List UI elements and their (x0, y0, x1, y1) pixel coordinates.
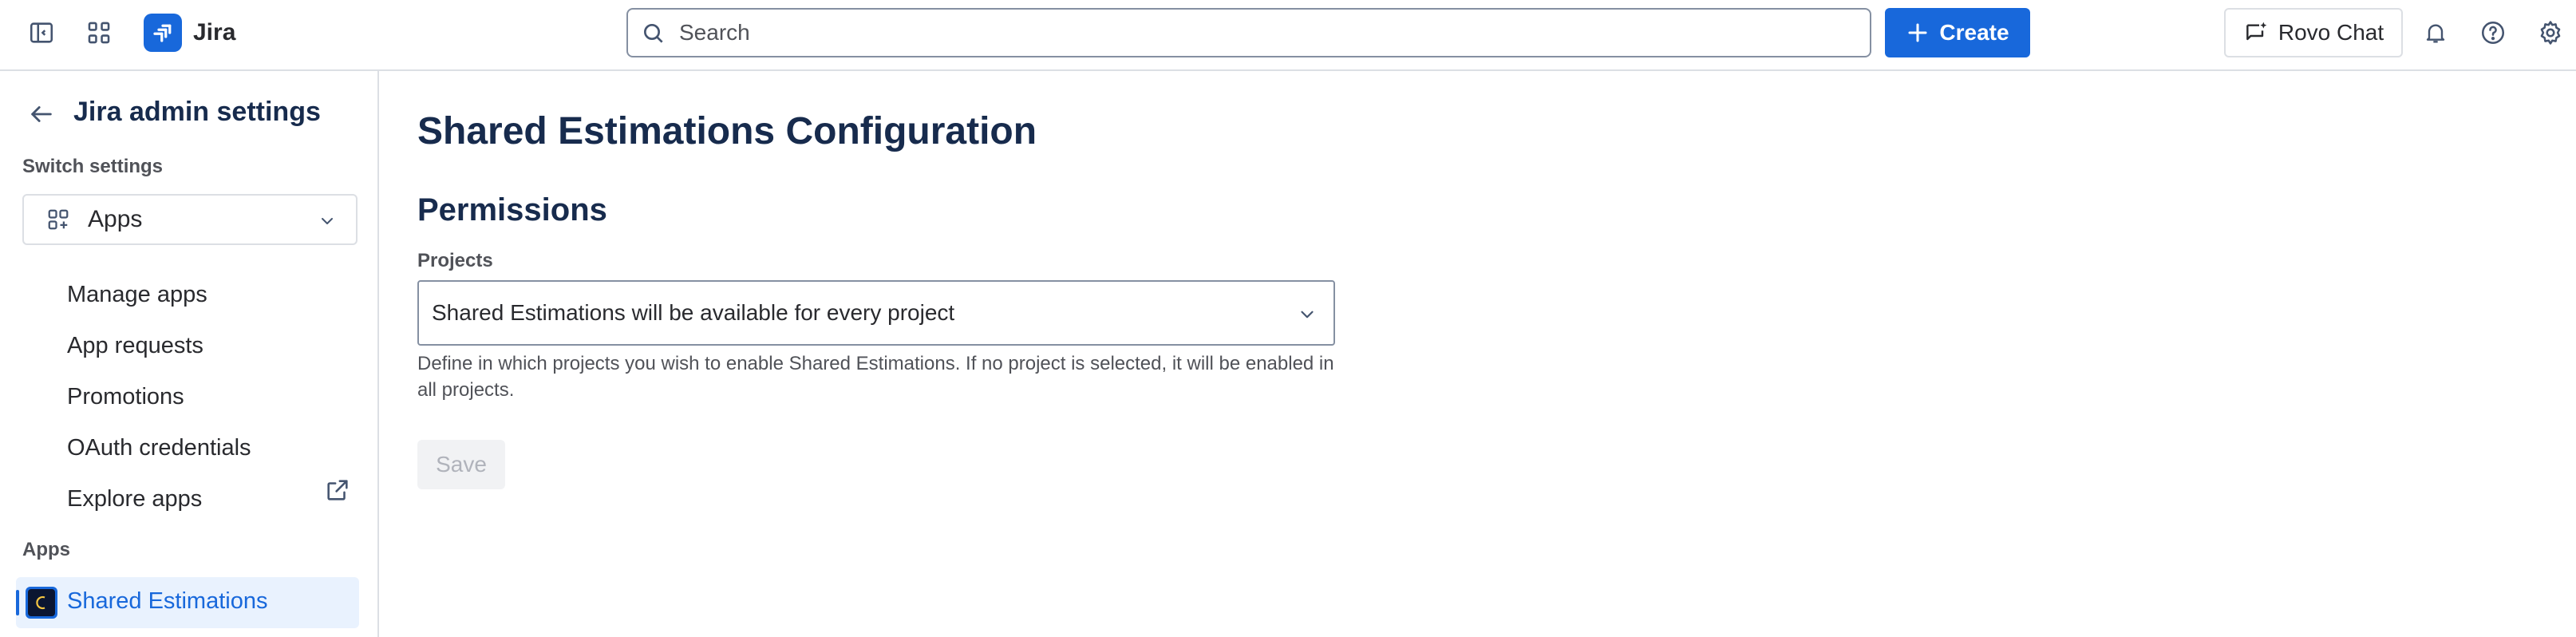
switch-settings-heading: Switch settings (22, 156, 164, 177)
sidebar-item-shared-estimations-label: Shared Estimations (67, 588, 268, 614)
sidebar-item-oauth-credentials[interactable]: OAuth credentials (67, 435, 251, 461)
search-input[interactable] (679, 20, 1870, 46)
create-button[interactable]: Create (1885, 8, 2030, 57)
admin-sidebar: Jira admin settings Switch settings Apps… (0, 71, 379, 637)
apps-section-heading: Apps (22, 539, 70, 560)
projects-help-text: Define in which projects you wish to ena… (417, 353, 1334, 401)
help-icon[interactable] (2471, 10, 2515, 55)
jira-logo-icon (144, 14, 182, 52)
projects-field-label: Projects (417, 250, 493, 271)
settings-switcher-value: Apps (88, 206, 143, 232)
page-title: Shared Estimations Configuration (417, 110, 1037, 152)
settings-gear-icon[interactable] (2528, 10, 2573, 55)
permissions-heading: Permissions (417, 192, 607, 228)
sidebar-title: Jira admin settings (73, 97, 321, 127)
back-arrow-icon[interactable] (21, 93, 62, 135)
shared-estimations-app-icon (26, 587, 57, 619)
notifications-bell-icon[interactable] (2413, 10, 2458, 55)
active-indicator (16, 590, 19, 615)
main-content: Shared Estimations Configuration Permiss… (381, 71, 2576, 637)
apps-grid-icon (48, 209, 69, 230)
search-icon (641, 21, 666, 46)
settings-switcher-dropdown[interactable]: Apps (22, 194, 358, 245)
app-switcher-icon[interactable] (77, 10, 121, 55)
app-name: Jira (193, 19, 236, 46)
jira-logo[interactable]: Jira (144, 14, 235, 52)
sidebar-item-app-requests[interactable]: App requests (67, 333, 203, 359)
save-button[interactable]: Save (417, 440, 505, 489)
search-bar[interactable] (626, 8, 1871, 57)
chat-sparkle-icon (2246, 22, 2267, 41)
chevron-down-icon (1297, 304, 1318, 325)
projects-select[interactable]: Shared Estimations will be available for… (417, 280, 1335, 346)
sidebar-item-manage-apps[interactable]: Manage apps (67, 282, 207, 308)
sidebar-item-promotions[interactable]: Promotions (67, 384, 184, 410)
rovo-chat-label: Rovo Chat (2278, 20, 2384, 45)
top-navigation-bar: Jira Create Rovo Chat (0, 0, 2576, 71)
sidebar-toggle-icon[interactable] (19, 10, 64, 55)
plus-icon (1908, 23, 1927, 42)
projects-select-value: Shared Estimations will be available for… (432, 300, 955, 325)
rovo-chat-button[interactable]: Rovo Chat (2224, 8, 2403, 57)
external-link-icon (324, 477, 351, 504)
chevron-down-icon (318, 212, 337, 231)
sidebar-item-explore-apps[interactable]: Explore apps (67, 486, 202, 512)
create-button-label: Create (1939, 20, 2009, 45)
